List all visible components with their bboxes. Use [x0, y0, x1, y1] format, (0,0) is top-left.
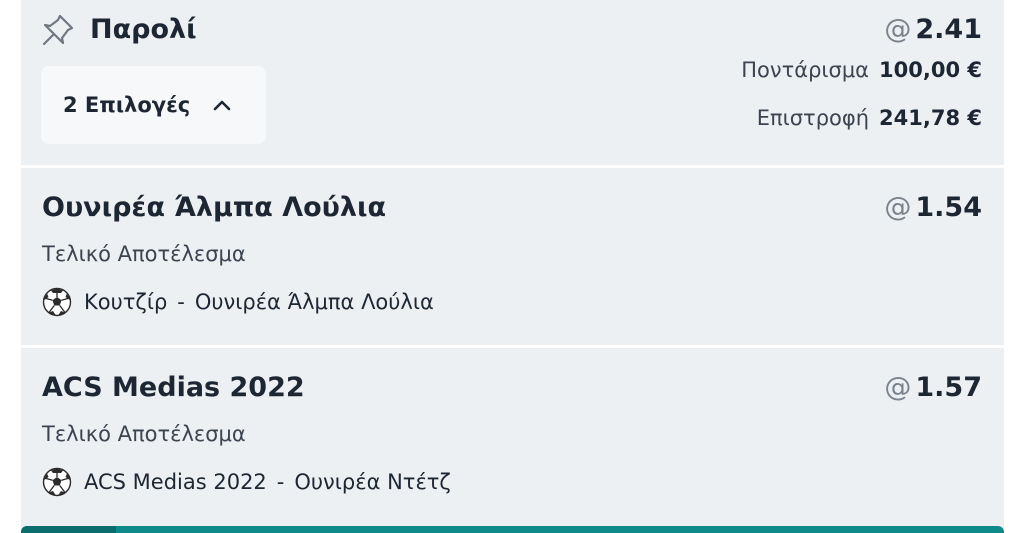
selection-item[interactable]: Ουνιρέα Άλμπα Λούλια @1.54 Τελικό Αποτέλ…: [21, 168, 1004, 345]
at-symbol: @: [884, 14, 912, 45]
betslip-card: Παρολί @2.41 2 Επιλογές Ποντάρισμα 100,00…: [21, 0, 1004, 533]
selection-name: Ουνιρέα Άλμπα Λούλια: [42, 192, 387, 223]
selection-market: Τελικό Αποτέλεσμα: [42, 242, 246, 266]
pin-icon[interactable]: [40, 12, 76, 48]
soccer-ball-icon: [42, 287, 72, 317]
selections-count-label: 2 Επιλογές: [63, 93, 191, 117]
selection-item[interactable]: ACS Medias 2022 @1.57 Τελικό Αποτέλεσμα …: [21, 348, 1004, 523]
team-separator: -: [276, 470, 285, 494]
selection-odds-value: 1.54: [915, 192, 982, 223]
place-bet-bar-segment: [21, 526, 116, 533]
selection-event: ACS Medias 2022 - Ουνιρέα Ντέτζ: [42, 466, 451, 498]
parlay-title: Παρολί: [90, 14, 197, 45]
chevron-up-icon: [213, 100, 231, 111]
selection-name: ACS Medias 2022: [42, 372, 305, 403]
stake-value: 100,00 €: [879, 58, 982, 82]
soccer-ball-icon: [42, 467, 72, 497]
stake-row: Ποντάρισμα 100,00 €: [741, 58, 982, 82]
selection-odds: @1.54: [884, 190, 982, 226]
return-label: Επιστροφή: [756, 106, 870, 130]
return-row: Επιστροφή 241,78 €: [757, 106, 982, 130]
selections-toggle-button[interactable]: 2 Επιλογές: [41, 66, 266, 144]
place-bet-bar[interactable]: [21, 526, 1004, 533]
parlay-odds-value: 2.41: [915, 14, 982, 45]
parlay-header: Παρολί @2.41 2 Επιλογές Ποντάρισμα 100,00…: [21, 0, 1004, 165]
parlay-odds: @2.41: [884, 12, 982, 48]
selection-event: Κουτζίρ - Ουνιρέα Άλμπα Λούλια: [42, 286, 434, 318]
home-team: ACS Medias 2022: [84, 470, 267, 494]
home-team: Κουτζίρ: [84, 290, 168, 314]
away-team: Ουνιρέα Ντέτζ: [294, 470, 451, 494]
selection-market: Τελικό Αποτέλεσμα: [42, 422, 246, 446]
at-symbol: @: [884, 192, 912, 223]
at-symbol: @: [884, 372, 912, 403]
team-separator: -: [177, 290, 185, 314]
stake-label: Ποντάρισμα: [741, 58, 870, 82]
selection-odds: @1.57: [884, 370, 982, 406]
away-team: Ουνιρέα Άλμπα Λούλια: [194, 290, 434, 314]
return-value: 241,78 €: [879, 106, 982, 130]
selection-odds-value: 1.57: [915, 372, 982, 403]
